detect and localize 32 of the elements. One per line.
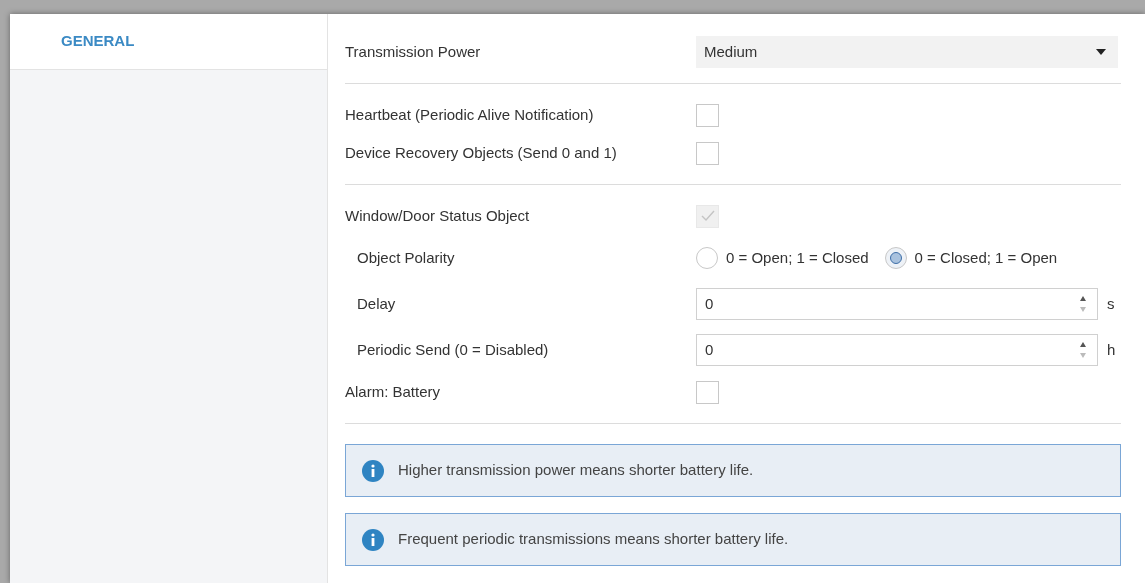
checkbox[interactable] bbox=[696, 103, 719, 127]
dropdown[interactable]: Medium bbox=[696, 36, 1118, 68]
spinner-arrows-icon[interactable] bbox=[1079, 294, 1087, 314]
radio-button[interactable] bbox=[696, 247, 718, 269]
field-label: Heartbeat (Periodic Alive Notification) bbox=[345, 104, 595, 125]
field-label: Device Recovery Objects (Send 0 and 1) bbox=[345, 142, 618, 163]
number-value: 0 bbox=[705, 293, 714, 314]
number-value: 0 bbox=[705, 339, 714, 360]
checkbox[interactable] bbox=[696, 141, 719, 165]
radio-button[interactable] bbox=[884, 247, 907, 269]
field-label: Window/Door Status Object bbox=[345, 205, 531, 226]
field-label: Delay bbox=[356, 293, 397, 314]
info-icon bbox=[362, 459, 384, 482]
dropdown-value: Medium bbox=[704, 41, 758, 62]
info-text: Higher transmission power means shorter battery life. bbox=[398, 460, 754, 481]
info-text: Frequent periodic transmissions means shorter battery life. bbox=[398, 529, 789, 550]
unit-label: s bbox=[1107, 293, 1115, 314]
field-label: Transmission Power bbox=[345, 41, 482, 62]
checkmark-icon bbox=[700, 210, 715, 222]
checkbox[interactable] bbox=[696, 380, 719, 404]
radio-label: 0 = Open; 1 = Closed bbox=[726, 247, 869, 268]
unit-label: h bbox=[1107, 339, 1116, 360]
spinner-arrows-icon[interactable] bbox=[1079, 340, 1087, 360]
sidebar-item[interactable]: GENERAL bbox=[10, 30, 327, 53]
field-label: Object Polarity bbox=[356, 247, 456, 268]
info-icon bbox=[362, 528, 384, 551]
field-label: Periodic Send (0 = Disabled) bbox=[356, 339, 550, 360]
radio-label: 0 = Closed; 1 = Open bbox=[914, 247, 1058, 268]
number-field[interactable]: 0 bbox=[696, 288, 1098, 320]
number-field[interactable]: 0 bbox=[696, 334, 1098, 366]
field-label: Alarm: Battery bbox=[345, 381, 442, 402]
caret-icon bbox=[1096, 49, 1106, 55]
